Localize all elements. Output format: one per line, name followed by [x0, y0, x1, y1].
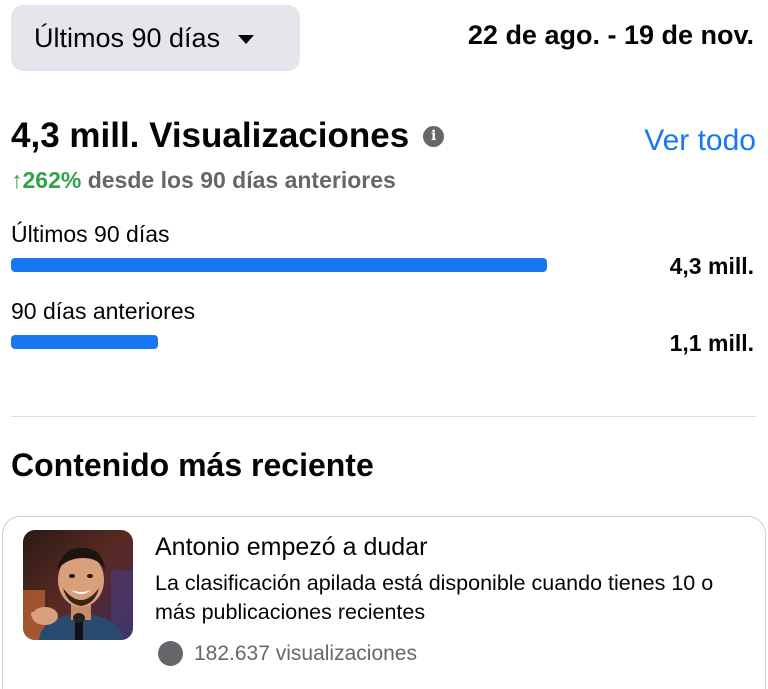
change-percentage: ↑262% — [11, 167, 82, 193]
period-value-current: 4,3 mill. — [669, 253, 754, 279]
recent-content-card[interactable]: Antonio empezó a dudar La clasificación … — [2, 516, 766, 689]
period-bar-fill-current — [11, 258, 547, 272]
insights-page: Últimos 90 días 22 de ago. - 19 de nov. … — [0, 0, 768, 689]
period-label-current: Últimos 90 días — [11, 221, 170, 247]
content-views: 182.637 visualizaciones — [158, 641, 417, 666]
date-range-text: 22 de ago. - 19 de nov. — [467, 20, 754, 50]
content-description: La clasificación apilada está disponible… — [155, 571, 714, 624]
content-title: Antonio empezó a dudar — [155, 533, 428, 561]
period-bar-current — [11, 258, 547, 272]
change-summary: ↑262% desde los 90 días anteriores — [11, 167, 396, 194]
period-value-previous: 1,1 mill. — [669, 330, 754, 356]
see-all-link[interactable]: Ver todo — [644, 124, 756, 158]
period-bar-fill-previous — [11, 335, 159, 349]
info-icon[interactable]: i — [423, 125, 445, 147]
period-label-previous: 90 días anteriores — [11, 298, 196, 324]
content-views-count: 182.637 visualizaciones — [194, 641, 417, 665]
video-thumbnail[interactable] — [23, 530, 133, 640]
date-range-dropdown-label: Últimos 90 días — [34, 22, 221, 53]
change-description: desde los 90 días anteriores — [81, 167, 396, 193]
thumbnail-image — [23, 530, 133, 640]
recent-content-title: Contenido más reciente — [11, 447, 374, 483]
date-range-dropdown[interactable]: Últimos 90 días — [11, 5, 300, 71]
views-headline: 4,3 mill. Visualizaciones i — [11, 116, 445, 156]
period-bar-previous — [11, 335, 547, 349]
views-total: 4,3 mill. Visualizaciones — [11, 116, 410, 155]
chevron-down-icon — [238, 34, 255, 44]
views-icon — [158, 641, 183, 666]
up-arrow-icon: ↑ — [11, 167, 23, 193]
section-divider — [11, 416, 756, 417]
